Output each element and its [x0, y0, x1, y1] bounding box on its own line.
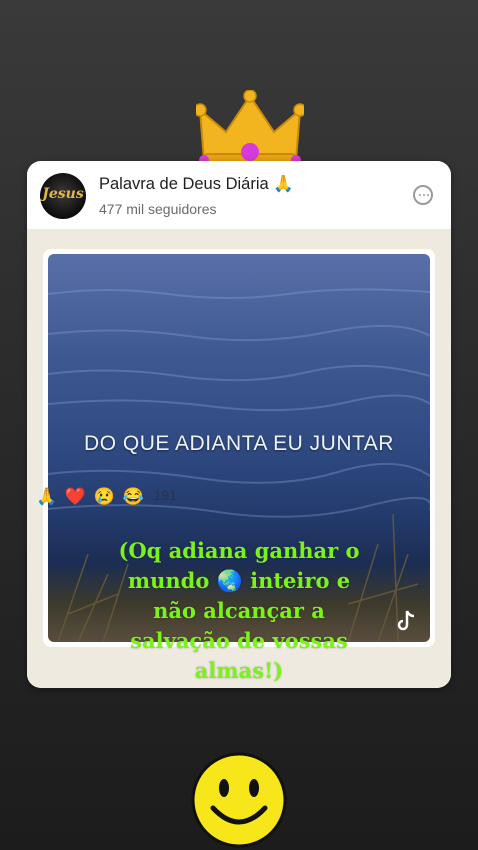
follower-count: 477 mil seguidores — [99, 201, 217, 217]
caption-line: mundo 🌏 inteiro e — [127, 568, 351, 593]
video-overlay-text: DO QUE ADIANTA EU JUNTAR — [84, 432, 394, 455]
caption-line: salvação de vossas — [130, 628, 348, 653]
smiley-sticker — [191, 752, 287, 848]
chat-bubble-icon[interactable] — [413, 185, 433, 205]
channel-avatar[interactable]: Jesus — [40, 173, 86, 219]
reaction-bar[interactable]: 🙏 ❤️ 😢 😂 191 — [36, 487, 177, 509]
channel-header[interactable]: Jesus Palavra de Deus Diária 🙏 477 mil s… — [27, 161, 451, 229]
caption-line: almas!) — [194, 658, 284, 683]
caption-line: (Oq adiana ganhar o — [118, 538, 360, 563]
reaction-heart[interactable]: ❤️ — [65, 487, 86, 507]
reaction-sad[interactable]: 😢 — [94, 487, 115, 507]
reaction-laugh[interactable]: 😂 — [123, 487, 144, 507]
reaction-pray[interactable]: 🙏 — [36, 487, 57, 507]
caption-line: não alcançar a — [153, 598, 325, 623]
channel-name[interactable]: Palavra de Deus Diária 🙏 — [99, 175, 294, 194]
caption-text: (Oq adiana ganhar o mundo 🌏 inteiro e nã… — [60, 536, 418, 686]
avatar-logo-text: Jesus — [42, 186, 84, 202]
reaction-count: 191 — [153, 487, 177, 503]
